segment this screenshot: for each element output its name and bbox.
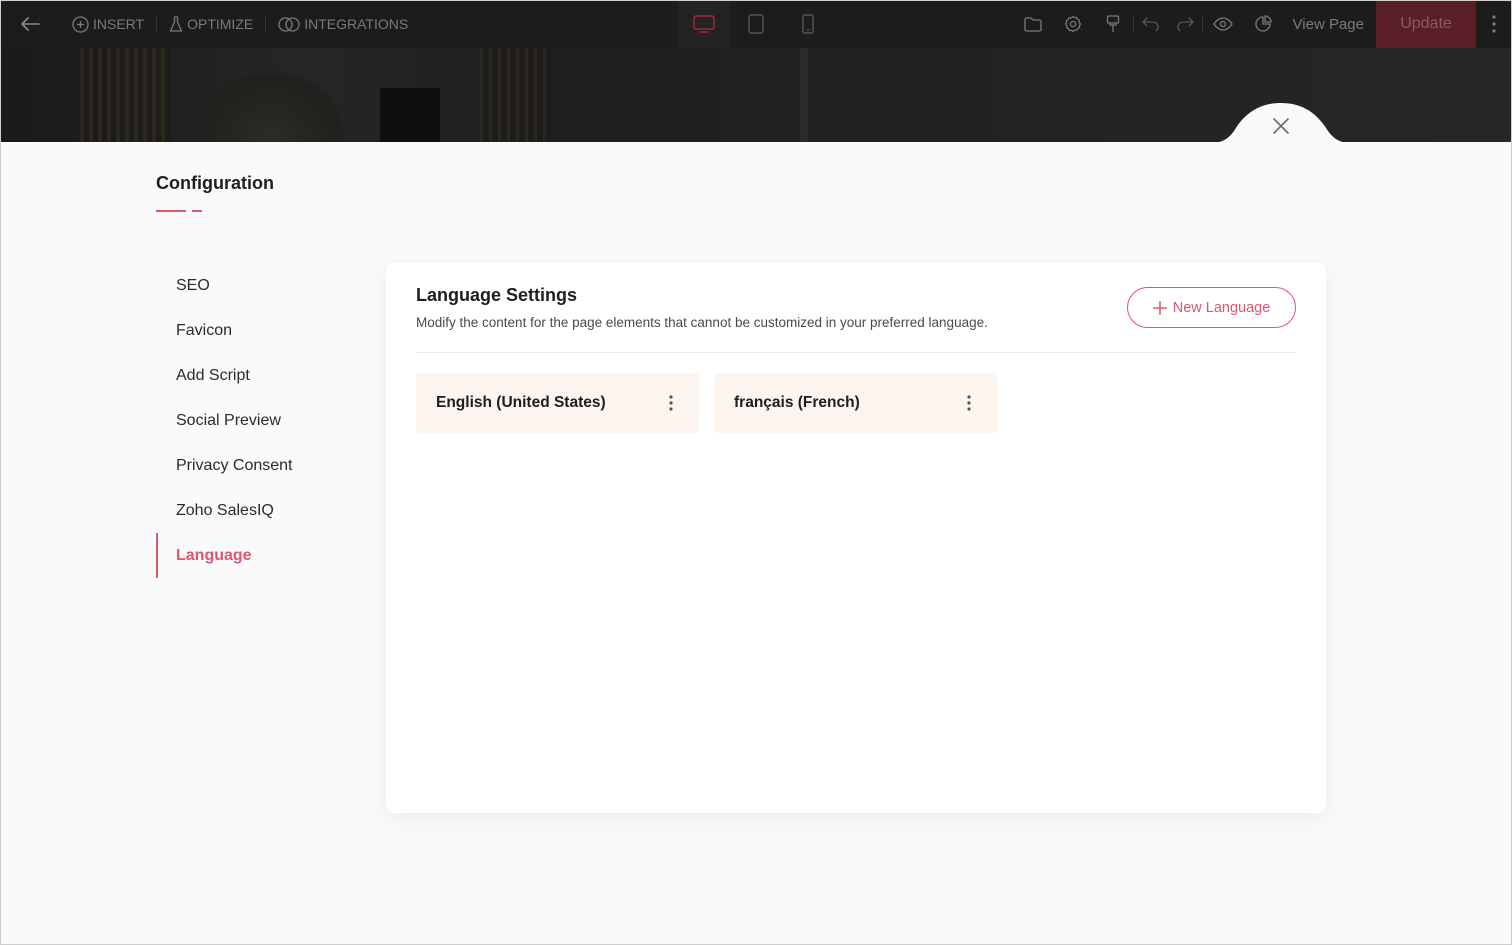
section-description: Modify the content for the page elements… [416, 315, 988, 330]
integrations-label: INTEGRATIONS [304, 16, 409, 32]
preview-button[interactable] [1203, 0, 1243, 48]
insert-menu[interactable]: INSERT [60, 0, 156, 48]
background-decoration [190, 68, 350, 142]
sidebar-item-language[interactable]: Language [156, 533, 356, 578]
editor-toolbar: INSERT OPTIMIZE INTEGRATIONS View Page U… [0, 0, 1512, 48]
sidebar-item-add-script[interactable]: Add Script [156, 353, 356, 398]
config-sidebar: SEO Favicon Add Script Social Preview Pr… [156, 263, 356, 578]
sidebar-item-social-preview[interactable]: Social Preview [156, 398, 356, 443]
view-page-link[interactable]: View Page [1283, 16, 1376, 33]
insert-label: INSERT [93, 16, 145, 32]
brush-icon [1106, 15, 1119, 32]
back-button[interactable] [0, 0, 60, 48]
more-menu-button[interactable] [1476, 0, 1512, 48]
flask-icon [169, 15, 183, 32]
device-switcher [678, 0, 834, 48]
desktop-icon [693, 15, 715, 33]
language-name: English (United States) [436, 394, 606, 411]
sidebar-item-privacy-consent[interactable]: Privacy Consent [156, 443, 356, 488]
settings-button[interactable] [1053, 0, 1093, 48]
close-panel-button[interactable] [1268, 113, 1294, 139]
theme-button[interactable] [1093, 0, 1133, 48]
redo-button[interactable] [1168, 0, 1202, 48]
language-name: français (French) [734, 394, 860, 411]
redo-icon [1176, 17, 1194, 31]
more-vertical-icon [967, 395, 971, 411]
language-item[interactable]: English (United States) [416, 373, 699, 433]
language-list: English (United States) français (French… [416, 373, 997, 433]
new-language-label: New Language [1172, 299, 1271, 316]
close-icon [1273, 118, 1289, 134]
toolbar-right: View Page Update [1013, 0, 1512, 48]
tablet-view-button[interactable] [730, 0, 782, 48]
link-icon [278, 16, 300, 32]
mobile-view-button[interactable] [782, 0, 834, 48]
sidebar-item-seo[interactable]: SEO [156, 263, 356, 308]
gear-icon [1064, 15, 1081, 33]
background-decoration [800, 48, 808, 142]
language-item[interactable]: français (French) [714, 373, 997, 433]
analytics-icon [1254, 15, 1272, 32]
undo-icon [1141, 17, 1159, 31]
integrations-menu[interactable]: INTEGRATIONS [266, 0, 420, 48]
desktop-view-button[interactable] [678, 0, 730, 48]
files-button[interactable] [1013, 0, 1053, 48]
undo-button[interactable] [1134, 0, 1168, 48]
background-decoration [80, 48, 170, 142]
divider [416, 352, 1296, 353]
tablet-icon [748, 14, 764, 34]
plus-circle-icon [72, 15, 89, 33]
update-button[interactable]: Update [1376, 0, 1476, 48]
new-language-button[interactable]: New Language [1127, 287, 1296, 328]
language-settings-card: Language Settings Modify the content for… [386, 263, 1326, 813]
sidebar-item-zoho-salesiq[interactable]: Zoho SalesIQ [156, 488, 356, 533]
more-vertical-icon [669, 395, 673, 411]
more-vertical-icon [1492, 15, 1496, 33]
page-title: Configuration [156, 173, 274, 193]
background-decoration [480, 48, 550, 142]
section-title: Language Settings [416, 285, 578, 305]
plus-icon [1152, 300, 1167, 315]
sidebar-item-favicon[interactable]: Favicon [156, 308, 356, 353]
optimize-label: OPTIMIZE [187, 16, 254, 32]
language-options-button[interactable] [661, 393, 681, 413]
mobile-icon [802, 14, 814, 34]
eye-icon [1212, 17, 1233, 31]
analytics-button[interactable] [1243, 0, 1283, 48]
language-options-button[interactable] [959, 393, 979, 413]
background-decoration [380, 88, 440, 142]
folder-icon [1023, 16, 1042, 32]
back-arrow-icon [21, 17, 40, 31]
optimize-menu[interactable]: OPTIMIZE [157, 0, 265, 48]
